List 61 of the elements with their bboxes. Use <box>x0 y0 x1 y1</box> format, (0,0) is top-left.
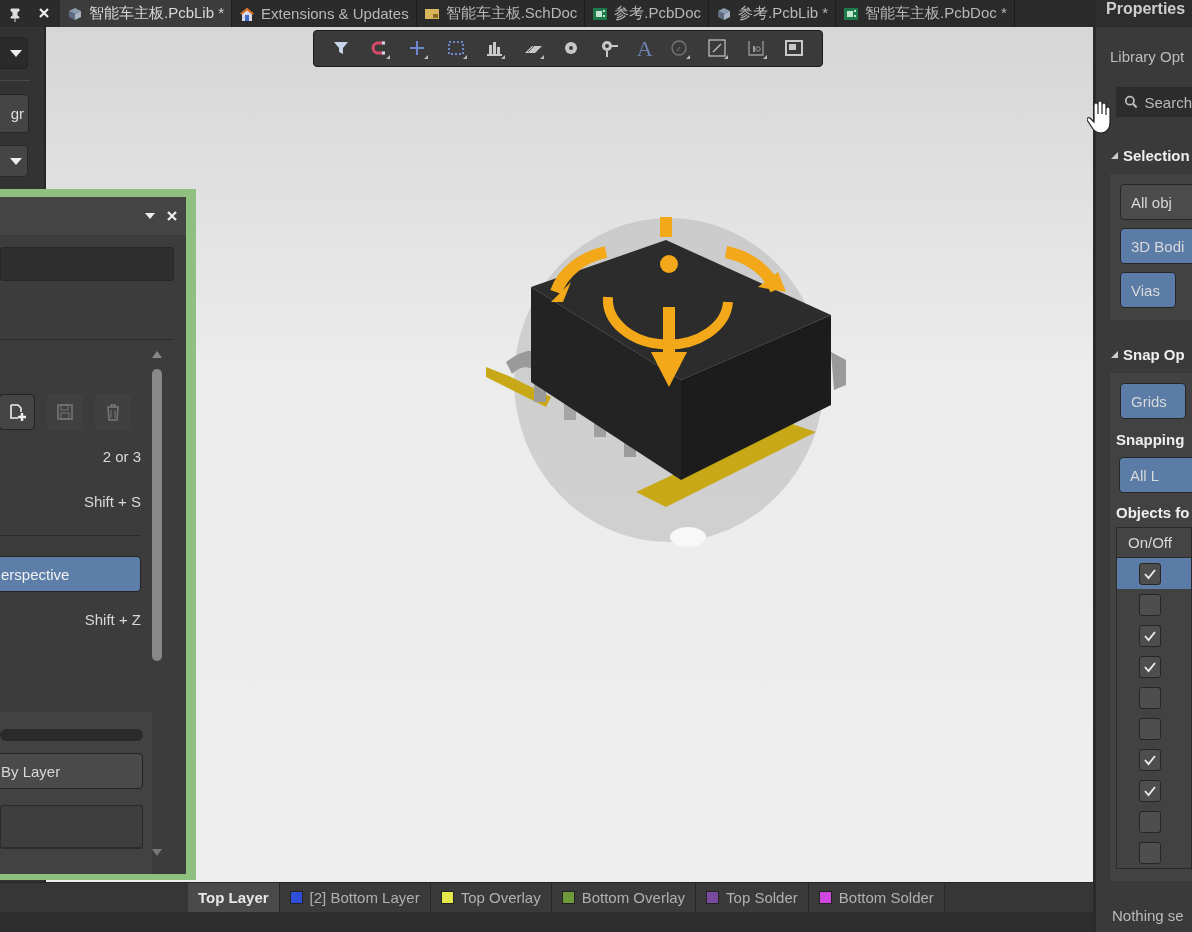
dropdown-arrow-icon <box>9 48 23 58</box>
expand-triangle-icon[interactable] <box>1110 350 1119 359</box>
layer-tab[interactable]: Bottom Solder <box>808 883 945 912</box>
layer-tab[interactable]: Bottom Overlay <box>551 883 697 912</box>
dropdown-arrow-icon <box>9 156 23 166</box>
checkmark-icon <box>1143 660 1157 673</box>
input-field[interactable] <box>0 805 143 849</box>
circuit-board-icon <box>592 5 609 22</box>
status-text: Nothing se <box>1111 907 1185 926</box>
section-header[interactable]: Selection <box>1123 147 1190 164</box>
save-icon <box>56 403 74 421</box>
checkbox[interactable] <box>1139 779 1161 802</box>
section-header[interactable]: Snap Op <box>1123 346 1185 363</box>
checkbox[interactable] <box>1139 717 1161 740</box>
checkbox[interactable] <box>1139 686 1161 709</box>
document-tab[interactable]: 智能车主板.PcbLib * <box>60 0 233 27</box>
dropdown[interactable] <box>0 145 28 177</box>
home-icon <box>239 5 256 22</box>
checkbox[interactable] <box>1139 810 1161 833</box>
section-label: Library Opt <box>1110 48 1186 65</box>
search-icon <box>1124 94 1139 110</box>
slider-track[interactable] <box>0 729 143 741</box>
shortcut-text: 2 or 3 <box>101 447 142 467</box>
add-button[interactable] <box>0 394 35 430</box>
layer-tab[interactable]: [2] Bottom Layer <box>279 883 431 912</box>
checkbox[interactable] <box>1139 562 1161 585</box>
close-icon[interactable] <box>166 210 178 222</box>
panel-title: Properties <box>1096 0 1192 27</box>
circuit-board-icon <box>843 5 860 22</box>
component-icon <box>716 5 733 22</box>
layer-tab[interactable]: Top Solder <box>696 883 809 912</box>
table-row[interactable] <box>1117 558 1191 589</box>
component-icon <box>67 5 83 22</box>
filter-button[interactable]: All obj <box>1120 184 1192 220</box>
delete-button[interactable] <box>95 394 131 430</box>
layer-tab[interactable]: Top Overlay <box>430 883 552 912</box>
arc-icon[interactable] <box>668 37 692 60</box>
dropdown[interactable] <box>0 37 28 69</box>
checkbox[interactable] <box>1139 624 1161 647</box>
field-label: Snapping <box>1116 431 1186 448</box>
cut-off-button[interactable]: gr <box>0 94 29 133</box>
shortcut-text: Shift + Z <box>83 610 142 630</box>
trash-icon <box>105 403 121 421</box>
checkbox[interactable] <box>1139 841 1161 864</box>
checkmark-icon <box>1143 784 1157 797</box>
color-mode-button[interactable]: By Layer <box>0 753 143 789</box>
checkbox[interactable] <box>1139 593 1161 616</box>
expand-triangle-icon[interactable] <box>1110 151 1119 160</box>
shortcut-text: Shift + S <box>82 492 142 512</box>
checkbox[interactable] <box>1139 655 1161 678</box>
projection-button[interactable]: erspective <box>0 556 141 592</box>
checkmark-icon <box>1143 629 1157 642</box>
checkmark-icon <box>1143 567 1157 580</box>
checkbox[interactable] <box>1139 748 1161 771</box>
checkmark-icon <box>1143 753 1157 766</box>
line-box-icon[interactable] <box>706 37 730 60</box>
field-label: Objects fo <box>1116 504 1191 521</box>
dropdown-arrow-icon[interactable] <box>144 212 156 220</box>
search-field[interactable]: Search <box>1116 87 1192 117</box>
save-button[interactable] <box>47 394 83 430</box>
layer-tab[interactable]: Top Layer <box>188 883 280 912</box>
